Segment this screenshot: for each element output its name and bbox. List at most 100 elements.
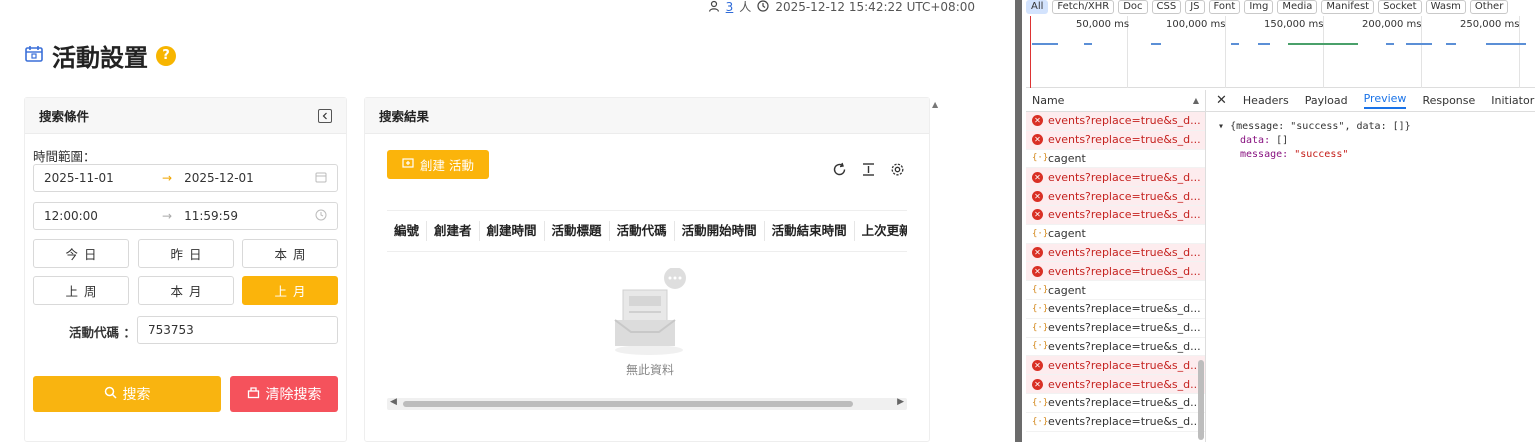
quick-yesterday-button[interactable]: 昨日 bbox=[138, 239, 234, 268]
sort-up-icon[interactable]: ▲ bbox=[1193, 96, 1199, 105]
request-name: events?replace=true&s_d... bbox=[1048, 396, 1201, 410]
filter-js[interactable]: JS bbox=[1185, 0, 1205, 14]
filter-media[interactable]: Media bbox=[1277, 0, 1318, 14]
devtools-splitter[interactable] bbox=[1015, 0, 1022, 442]
filter-doc[interactable]: Doc bbox=[1118, 0, 1148, 14]
scrollbar-thumb[interactable] bbox=[403, 401, 853, 407]
filter-font[interactable]: Font bbox=[1208, 0, 1241, 14]
column-header-last-updated[interactable]: 上次更新 bbox=[855, 221, 907, 241]
devtools-network-panel: All Fetch/XHR Doc CSS JS Font Img Media … bbox=[1015, 0, 1535, 442]
clear-search-button[interactable]: 清除搜索 bbox=[230, 376, 338, 412]
request-row[interactable]: ✕ events?replace=true&s_d... bbox=[1026, 187, 1205, 206]
expand-triangle-icon[interactable]: ▾ bbox=[1218, 121, 1224, 132]
scroll-left-icon[interactable]: ◀ bbox=[390, 397, 397, 407]
xhr-icon: {·} bbox=[1032, 285, 1049, 296]
activity-code-input[interactable]: 753753 bbox=[137, 316, 338, 344]
column-header-id[interactable]: 編號 bbox=[387, 221, 428, 241]
request-row[interactable]: {·} cagent bbox=[1026, 281, 1205, 300]
request-name: events?replace=true&s_d... bbox=[1048, 170, 1201, 184]
json-summary: {message: "success", data: []} bbox=[1230, 121, 1411, 132]
request-row[interactable]: ✕ events?replace=true&s_d... bbox=[1026, 112, 1205, 131]
request-row[interactable]: ✕ events?replace=true&s_d... bbox=[1026, 375, 1205, 394]
empty-inbox-icon bbox=[605, 267, 695, 361]
empty-state: 無此資料 bbox=[605, 267, 695, 378]
filter-all[interactable]: All bbox=[1026, 0, 1049, 14]
request-name: events?replace=true&s_d... bbox=[1048, 358, 1201, 372]
scroll-right-icon[interactable]: ▶ bbox=[897, 397, 904, 407]
close-detail-icon[interactable]: ✕ bbox=[1216, 93, 1227, 108]
online-user-count[interactable]: 3 bbox=[726, 0, 734, 14]
column-header-creator[interactable]: 創建者 bbox=[427, 221, 480, 241]
request-name: events?replace=true&s_d... bbox=[1048, 264, 1201, 278]
refresh-icon[interactable] bbox=[832, 162, 847, 181]
tab-preview[interactable]: Preview bbox=[1363, 92, 1407, 109]
filter-wasm[interactable]: Wasm bbox=[1425, 0, 1466, 14]
filter-manifest[interactable]: Manifest bbox=[1321, 0, 1375, 14]
json-message-value: "success" bbox=[1294, 149, 1349, 160]
json-root-row[interactable]: ▾ {message: "success", data: []} bbox=[1218, 120, 1535, 134]
clock-small-icon[interactable] bbox=[315, 209, 327, 224]
server-datetime: 2025-12-12 15:42:22 UTC+08:00 bbox=[775, 0, 975, 14]
results-panel-title: 搜索結果 bbox=[379, 109, 430, 124]
request-row[interactable]: {·} cagent bbox=[1026, 150, 1205, 169]
request-row[interactable]: ✕ events?replace=true&s_d... bbox=[1026, 168, 1205, 188]
column-header-created-time[interactable]: 創建時間 bbox=[480, 221, 545, 241]
help-icon[interactable]: ? bbox=[156, 45, 176, 66]
user-unit: 人 bbox=[739, 0, 752, 14]
create-activity-button[interactable]: 創建 活動 bbox=[387, 150, 489, 179]
table-horizontal-scrollbar[interactable]: ◀ ▶ bbox=[387, 397, 907, 410]
column-header-activity-code[interactable]: 活動代碼 bbox=[610, 221, 675, 241]
request-row[interactable]: {·} events?replace=true&s_d... bbox=[1026, 394, 1205, 413]
date-end-value[interactable]: 2025-12-01 bbox=[184, 171, 292, 185]
request-row[interactable]: {·} cagent bbox=[1026, 225, 1205, 244]
time-range-picker[interactable]: 12:00:00 → 11:59:59 bbox=[33, 202, 338, 230]
request-row[interactable]: ✕ events?replace=true&s_d... bbox=[1026, 243, 1205, 263]
json-message-key: message: bbox=[1240, 149, 1289, 160]
xhr-icon: {·} bbox=[1032, 416, 1049, 427]
request-row[interactable]: {·} events?replace=true&s_d... bbox=[1026, 300, 1205, 319]
date-range-arrow: → bbox=[162, 171, 173, 185]
search-panel-title: 搜索條件 bbox=[39, 109, 90, 124]
request-list-scrollbar[interactable] bbox=[1198, 360, 1204, 440]
quick-this-week-button[interactable]: 本周 bbox=[242, 239, 338, 268]
filter-socket[interactable]: Socket bbox=[1378, 0, 1422, 14]
request-row[interactable]: ✕ events?replace=true&s_d... bbox=[1026, 205, 1205, 225]
tab-response[interactable]: Response bbox=[1422, 94, 1475, 107]
collapse-panel-icon[interactable] bbox=[318, 108, 332, 123]
quick-last-month-button[interactable]: 上月 bbox=[242, 276, 338, 305]
filter-img[interactable]: Img bbox=[1244, 0, 1274, 14]
request-row[interactable]: ✕ events?replace=true&s_d... bbox=[1026, 262, 1205, 282]
filter-fetch-xhr[interactable]: Fetch/XHR bbox=[1052, 0, 1115, 14]
column-height-icon[interactable] bbox=[861, 162, 876, 181]
tab-headers[interactable]: Headers bbox=[1243, 94, 1289, 107]
timeline-tick-250000: 250,000 ms bbox=[1460, 19, 1520, 30]
quick-last-week-button[interactable]: 上周 bbox=[33, 276, 129, 305]
results-table-header: 編號 創建者 創建時間 活動標題 活動代碼 活動開始時間 活動結束時間 上次更新 bbox=[387, 210, 907, 252]
date-range-picker[interactable]: 2025-11-01 → 2025-12-01 bbox=[33, 164, 338, 192]
request-row[interactable]: ✕ events?replace=true&s_d... bbox=[1026, 130, 1205, 150]
name-column-header[interactable]: Name ▲ bbox=[1026, 90, 1205, 112]
column-header-activity-title[interactable]: 活動標題 bbox=[545, 221, 610, 241]
tab-initiator[interactable]: Initiator bbox=[1491, 94, 1534, 107]
settings-gear-icon[interactable] bbox=[890, 162, 905, 181]
request-row[interactable]: {·} events?replace=true&s_d... bbox=[1026, 338, 1205, 357]
page-scroll-up-icon[interactable]: ▲ bbox=[932, 100, 938, 109]
request-row[interactable]: ✕ events?replace=true&s_d... bbox=[1026, 356, 1205, 376]
time-end-value[interactable]: 11:59:59 bbox=[184, 209, 292, 223]
column-header-start-time[interactable]: 活動開始時間 bbox=[675, 221, 765, 241]
quick-today-button[interactable]: 今日 bbox=[33, 239, 129, 268]
time-start-value[interactable]: 12:00:00 bbox=[44, 209, 162, 223]
filter-other[interactable]: Other bbox=[1469, 0, 1509, 14]
calendar-small-icon[interactable] bbox=[315, 171, 327, 186]
column-header-end-time[interactable]: 活動結束時間 bbox=[765, 221, 855, 241]
date-start-value[interactable]: 2025-11-01 bbox=[44, 171, 162, 185]
request-row[interactable]: {·} events?replace=true&s_d... bbox=[1026, 413, 1205, 432]
clear-button-label: 清除搜索 bbox=[265, 387, 322, 403]
tab-payload[interactable]: Payload bbox=[1305, 94, 1348, 107]
quick-this-month-button[interactable]: 本月 bbox=[138, 276, 234, 305]
network-overview-timeline[interactable]: 50,000 ms 100,000 ms 150,000 ms 200,000 … bbox=[1026, 16, 1535, 88]
request-row[interactable]: {·} events?replace=true&s_d... bbox=[1026, 319, 1205, 338]
xhr-icon: {·} bbox=[1032, 153, 1049, 164]
search-button[interactable]: 搜索 bbox=[33, 376, 221, 412]
filter-css[interactable]: CSS bbox=[1151, 0, 1182, 14]
